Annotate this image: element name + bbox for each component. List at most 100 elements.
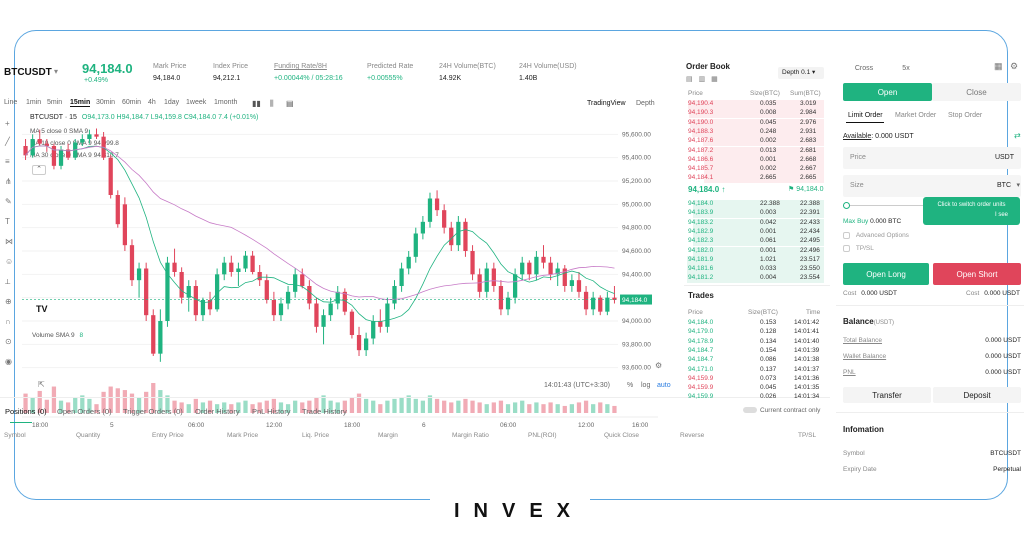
- trend-line-icon[interactable]: ╱: [5, 137, 10, 146]
- current-contract-toggle[interactable]: [743, 407, 757, 413]
- size-label: Size: [850, 182, 864, 189]
- bid-row[interactable]: 94,182.0 0.001 22.496: [684, 246, 824, 256]
- interval-4h[interactable]: 4h: [148, 99, 156, 106]
- bid-row[interactable]: 94,181.9 1.021 23.517: [684, 255, 824, 265]
- advanced-options-checkbox[interactable]: [843, 232, 850, 239]
- margin-mode-button[interactable]: Cross: [844, 61, 884, 75]
- tooltip-dismiss[interactable]: I see: [923, 212, 1020, 218]
- gear-icon[interactable]: ⚙: [1010, 61, 1018, 72]
- tpsl-checkbox[interactable]: [843, 245, 850, 252]
- ob-size: 0.008: [760, 109, 777, 117]
- scale-percent[interactable]: %: [627, 382, 633, 389]
- tab-bottom-0[interactable]: Positions (0): [5, 407, 47, 416]
- interval-1month[interactable]: 1month: [214, 99, 237, 106]
- brush-icon[interactable]: ✎: [5, 197, 12, 206]
- transfer-button[interactable]: Transfer: [843, 387, 931, 403]
- ruler-icon[interactable]: ⟂: [5, 277, 10, 287]
- symbol-selector[interactable]: BTCUSDT: [4, 67, 52, 78]
- crosshair-icon[interactable]: +: [5, 119, 10, 128]
- candle-body: [115, 195, 120, 225]
- trades-header-size: Size(BTC): [748, 309, 778, 316]
- ask-row[interactable]: 94,184.1 2.665 2.665: [684, 174, 824, 184]
- interval-15min[interactable]: 15min: [70, 99, 91, 107]
- interval-60min[interactable]: 60min: [122, 99, 141, 106]
- pattern-icon[interactable]: ⋈: [5, 237, 13, 246]
- swap-icon[interactable]: ⇄: [1014, 131, 1021, 140]
- available-balance: Available: 0.000 USDT: [843, 133, 914, 140]
- magnet-icon[interactable]: ∩: [5, 317, 11, 326]
- ob-both-icon[interactable]: ▤: [686, 76, 693, 83]
- price-tick-label: 93,600.00: [622, 365, 651, 372]
- eye-icon[interactable]: ◉: [5, 357, 12, 366]
- text-icon[interactable]: T: [5, 217, 10, 226]
- smile-icon[interactable]: ☺: [5, 257, 13, 266]
- interval-30min[interactable]: 30min: [96, 99, 115, 106]
- size-slider[interactable]: [846, 205, 924, 206]
- order-type-market[interactable]: Market Order: [895, 112, 936, 119]
- scale-log[interactable]: log: [641, 382, 650, 389]
- size-input[interactable]: Size BTC ▾: [843, 175, 1021, 197]
- price-input[interactable]: Price USDT: [843, 147, 1021, 169]
- open-short-button[interactable]: Open Short: [933, 263, 1021, 285]
- interval-1min[interactable]: 1min: [26, 99, 41, 106]
- chevron-down-icon[interactable]: ▾: [1016, 181, 1020, 189]
- ask-row[interactable]: 94,190.3 0.008 2.984: [684, 109, 824, 119]
- ob-asks-icon[interactable]: ▦: [711, 76, 718, 83]
- trade-row: 94,184.7 0.154 14:01:39: [684, 347, 824, 356]
- tab-bottom-2[interactable]: Trigger Orders (0): [123, 407, 183, 416]
- tab-open[interactable]: Open: [843, 83, 932, 101]
- bid-row[interactable]: 94,184.0 22.388 22.388: [684, 200, 824, 209]
- calculator-icon[interactable]: ▦: [994, 61, 1003, 72]
- interval-1day[interactable]: 1day: [164, 99, 179, 106]
- bid-row[interactable]: 94,181.2 0.004 23.554: [684, 274, 824, 284]
- tab-bottom-4[interactable]: PnL History: [252, 407, 291, 416]
- ask-row[interactable]: 94,185.7 0.002 2.667: [684, 165, 824, 175]
- view-tradingview[interactable]: TradingView: [587, 100, 626, 107]
- tab-bottom-1[interactable]: Open Orders (0): [57, 407, 112, 416]
- pitchfork-icon[interactable]: ⋔: [5, 177, 12, 186]
- bid-row[interactable]: 94,182.9 0.001 22.434: [684, 227, 824, 237]
- interval-line[interactable]: Line: [4, 99, 17, 106]
- bid-row[interactable]: 94,181.6 0.033 23.550: [684, 265, 824, 275]
- slider-handle[interactable]: [843, 202, 850, 209]
- lock-icon[interactable]: ⊙: [5, 337, 12, 346]
- order-type-limit[interactable]: Limit Order: [848, 112, 883, 119]
- chevron-down-icon[interactable]: ▾: [54, 67, 58, 76]
- goto-date-icon[interactable]: ⇱: [38, 380, 45, 389]
- ask-row[interactable]: 94,187.6 0.002 2.683: [684, 137, 824, 147]
- zoom-icon[interactable]: ⊕: [5, 297, 12, 306]
- bid-row[interactable]: 94,183.9 0.003 22.391: [684, 209, 824, 219]
- horizontal-line-icon[interactable]: ≡: [5, 157, 10, 166]
- view-depth[interactable]: Depth: [636, 100, 655, 107]
- bid-row[interactable]: 94,182.3 0.061 22.495: [684, 237, 824, 247]
- scale-auto[interactable]: auto: [657, 382, 671, 389]
- ob-size: 0.045: [760, 118, 777, 126]
- ask-row[interactable]: 94,186.6 0.001 2.668: [684, 155, 824, 165]
- settings-list-icon[interactable]: ▤: [286, 99, 294, 108]
- tab-bottom-5[interactable]: Trade History: [302, 407, 347, 416]
- indicator-icon[interactable]: ⫼: [270, 99, 274, 109]
- chart-settings-icon[interactable]: ⚙: [655, 361, 662, 370]
- depth-select[interactable]: Depth 0.1 ▾: [778, 67, 824, 79]
- volume-bar: [591, 404, 596, 413]
- interval-5min[interactable]: 5min: [47, 99, 62, 106]
- candle-body: [144, 268, 149, 316]
- ob-bids-icon[interactable]: ▥: [699, 76, 706, 83]
- leverage-button[interactable]: 5x: [886, 61, 926, 75]
- tab-bottom-3[interactable]: Order History: [195, 407, 240, 416]
- ask-row[interactable]: 94,190.0 0.045 2.976: [684, 118, 824, 128]
- candle-body: [94, 134, 99, 137]
- order-type-stop[interactable]: Stop Order: [948, 112, 982, 119]
- candlestick-chart[interactable]: 95,600.00 95,400.00 95,200.00 95,000.00 94,8…: [22, 117, 680, 427]
- ask-row[interactable]: 94,190.4 0.035 3.019: [684, 100, 824, 109]
- tab-close[interactable]: Close: [932, 83, 1021, 101]
- volume-bar: [293, 400, 298, 413]
- ask-row[interactable]: 94,188.3 0.248 2.931: [684, 127, 824, 137]
- ask-row[interactable]: 94,187.2 0.013 2.681: [684, 146, 824, 156]
- open-long-button[interactable]: Open Long: [843, 263, 929, 285]
- interval-1week[interactable]: 1week: [186, 99, 206, 106]
- bid-row[interactable]: 94,183.2 0.042 22.433: [684, 218, 824, 228]
- candle-type-icon[interactable]: ▮▮: [252, 99, 261, 108]
- size-unit[interactable]: BTC: [997, 182, 1011, 189]
- deposit-button[interactable]: Deposit: [933, 387, 1021, 403]
